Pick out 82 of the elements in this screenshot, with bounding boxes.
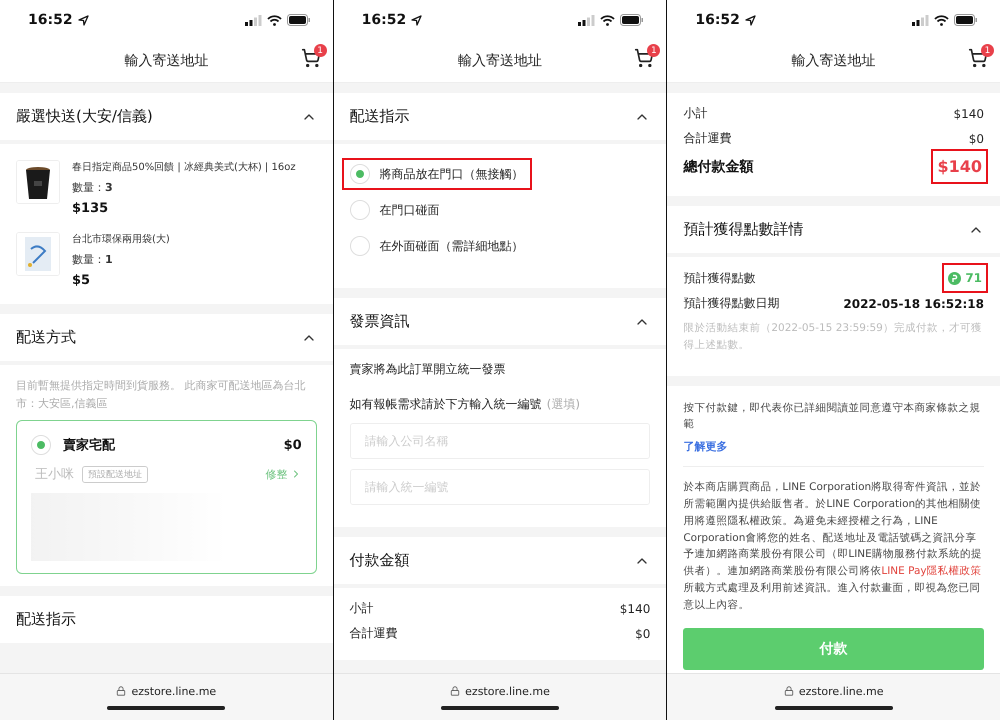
lock-icon [116,686,126,696]
section-title: 配送方式 [16,328,76,347]
radio-option[interactable]: 將商品放在門口（無接觸） [350,164,524,184]
total-amount: $140 [937,157,982,176]
url-text: ezstore.line.me [798,684,884,698]
lock-icon [784,686,794,696]
optional-hint: (選填) [546,396,580,413]
status-time: 16:52 [362,12,406,28]
points-note: 限於活動結束前（2022-05-15 23:59:59）完成付款，才可獲得上述點數。 [683,321,983,353]
product-price: $5 [72,273,92,288]
page-title: 輸入寄送地址 [792,52,876,70]
amount-value: $140 [953,106,984,120]
points-date-label: 預計獲得點數日期 [683,295,780,312]
signal-icon [912,14,930,26]
radio-option[interactable]: 在外面碰面（需詳細地點） [350,236,524,256]
product-name: 春日指定商品50%回饋 | 冰經典美式(大杯) | 16oz [72,160,296,174]
status-time: 16:52 [695,12,740,28]
location-arrow-icon [744,14,756,26]
url-text: ezstore.line.me [465,684,550,698]
url-text: ezstore.line.me [131,684,216,698]
shipping-fee: $0 [284,438,302,453]
quantity-text: 數量：3 [72,180,114,195]
battery-icon [286,14,311,26]
terms-text: 按下付款鍵，即代表你已詳細閱讀並同意遵守本商家條款之規範 [683,400,982,432]
amount-label: 合計運費 [683,130,732,147]
radio-option[interactable]: 在門口碰面 [350,200,440,220]
signal-icon [578,14,596,26]
section-title: 付款金額 [350,551,410,570]
total-label: 總付款金額 [683,158,754,176]
privacy-policy-link[interactable]: LINE Pay隱私權政策 [881,565,982,578]
section-title: 配送指示 [16,610,76,630]
radio-button[interactable] [31,435,51,456]
battery-icon [954,14,978,26]
product-price: $135 [72,201,110,216]
radio-button[interactable] [350,164,370,184]
privacy-text: 於本商店購買商品，LINE Corporation將取得寄件資訊，並於所需範圍內提供給販售者。於LINE Corporation的其他相關使用將遵照隱私權政策。為避免未經授權之行為，LINE Corporation會將您的姓名、配送地址及電話號碼之資訊分享予連加網路商業股份有限公司（即LINE購物服務付款系統的提供者）。連加網路商業股份有限公司將依LINE Pay隱私權政策 所載方式處理及利用前述資訊。進入付款畫面，即視為您已同意以上內容。 [683,480,983,613]
recipient-name: 王小咪 [35,466,74,484]
cart-badge: 1 [981,44,994,57]
section-title: 預計獲得點數詳情 [683,220,804,239]
section-title: 發票資訊 [350,312,410,331]
cart-badge: 1 [647,44,660,57]
section-title: 配送指示 [350,107,410,126]
points-date: 2022-05-18 16:52:18 [843,296,984,310]
location-arrow-icon [78,14,89,26]
lock-icon [450,686,460,696]
wifi-icon [600,14,616,26]
page-title: 輸入寄送地址 [124,52,208,70]
cart-badge: 1 [314,44,327,57]
option-label: 將商品放在門口（無接觸） [380,166,524,182]
cart-icon[interactable] [968,48,988,68]
amount-label: 小計 [350,600,374,617]
learn-more-link[interactable]: 了解更多 [683,440,728,454]
points-label: 預計獲得點數 [683,270,756,286]
points-value: 71 [948,271,982,285]
amount-label: 合計運費 [350,625,398,642]
wifi-icon [266,14,282,26]
page-title: 輸入寄送地址 [458,52,542,70]
default-address-tag: 預設配送地址 [82,466,148,483]
location-arrow-icon [411,14,422,26]
amount-value: $140 [620,602,650,616]
wifi-icon [934,14,950,26]
points-coin-icon [948,272,962,284]
shipping-option-card[interactable]: 賣家宅配 $0 王小咪 預設配送地址 修整 [16,420,317,574]
cart-icon[interactable] [300,48,321,68]
invoice-note: 賣家將為此訂單開立統一發票 [350,361,507,378]
delivery-note: 目前暫無提供指定時間到貨服務。 此商家可配送地區為台北市：大安區,信義區 [16,378,306,412]
shipping-method-label: 賣家宅配 [63,436,115,454]
amount-value: $0 [635,626,650,640]
battery-icon [620,14,644,26]
cart-icon[interactable] [634,48,654,68]
option-label: 在門口碰面 [380,202,440,218]
tax-id-prompt: 如有報帳需求請於下方輸入統一編號 [350,396,542,413]
radio-button[interactable] [350,236,370,256]
status-time: 16:52 [28,12,73,28]
signal-icon [244,14,262,26]
section-title: 嚴選快送(大安/信義) [16,107,153,126]
radio-button[interactable] [350,200,370,220]
amount-label: 小計 [683,105,708,122]
amount-value: $0 [968,132,984,146]
option-label: 在外面碰面（需詳細地點） [380,238,524,254]
product-name: 台北市環保兩用袋(大) [72,232,170,246]
quantity-text: 數量：1 [72,252,114,267]
